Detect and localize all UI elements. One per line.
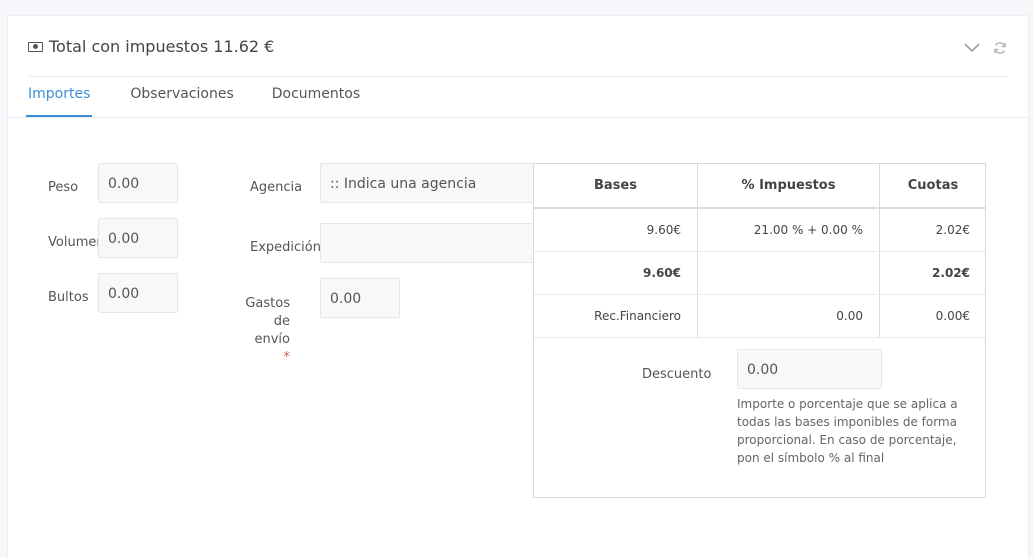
volumen-field[interactable]: 0.00 <box>98 218 178 258</box>
tax-table: Bases % Impuestos Cuotas 9.60€ 21.00 % +… <box>533 163 986 498</box>
base-cell: 9.60€ <box>646 223 681 237</box>
total-base: 9.60€ <box>643 266 681 280</box>
panel: Total con impuestos 11.62 € Importes Obs… <box>7 15 1029 557</box>
header-tools <box>964 40 1008 56</box>
gastos-label-line1: Gastos <box>245 296 290 311</box>
financiero-cuota: 0.00€ <box>935 309 970 323</box>
descuento-label: Descuento <box>642 367 712 382</box>
descuento-field[interactable]: 0.00 <box>737 349 882 389</box>
totals-row: 9.60€ 2.02€ <box>534 252 985 295</box>
bultos-field[interactable]: 0.00 <box>98 273 178 313</box>
peso-label: Peso <box>48 180 79 195</box>
expedicion-label: Expedición <box>250 240 321 255</box>
gastos-envio-field[interactable]: 0.00 <box>320 278 400 318</box>
total-title: Total con impuestos 11.62 € <box>49 37 275 56</box>
tab-importes[interactable]: Importes <box>26 76 93 117</box>
total-cuota: 2.02€ <box>932 266 970 280</box>
table-row: 9.60€ 21.00 % + 0.00 % 2.02€ <box>534 209 985 252</box>
financiero-row: Rec.Financiero 0.00 0.00€ <box>534 295 985 338</box>
tabbar-divider <box>8 117 1028 118</box>
page-title: Total con impuestos 11.62 € <box>28 37 274 56</box>
cuota-cell: 2.02€ <box>935 223 970 237</box>
agencia-label: Agencia <box>250 180 303 195</box>
gastos-label: Gastos de envío * <box>244 295 290 367</box>
peso-field[interactable]: 0.00 <box>98 163 178 203</box>
expedicion-field[interactable] <box>320 223 560 263</box>
chevron-down-icon[interactable] <box>964 40 980 56</box>
agencia-select[interactable]: :: Indica una agencia <box>320 163 560 203</box>
descuento-help: Importe o porcentaje que se aplica a tod… <box>737 397 958 465</box>
required-mark: * <box>283 350 291 365</box>
gastos-label-line2: de <box>273 314 290 329</box>
money-icon <box>28 41 43 52</box>
financiero-value: 0.00 <box>836 309 863 323</box>
refresh-icon[interactable] <box>992 40 1008 56</box>
tab-documentos[interactable]: Documentos <box>272 76 360 117</box>
header-bases: Bases <box>594 178 637 193</box>
panel-header: Total con impuestos 11.62 € <box>28 36 1008 77</box>
table-header: Bases % Impuestos Cuotas <box>534 164 985 209</box>
tab-observaciones[interactable]: Observaciones <box>130 76 233 117</box>
tab-bar: Importes Observaciones Documentos <box>26 76 398 117</box>
pct-cell: 21.00 % + 0.00 % <box>753 223 863 237</box>
bultos-label: Bultos <box>48 290 89 305</box>
header-cuotas: Cuotas <box>907 178 959 193</box>
volumen-label: Volumen <box>48 235 105 250</box>
financiero-label: Rec.Financiero <box>594 309 681 323</box>
header-impuestos: % Impuestos <box>741 178 836 193</box>
gastos-label-line3: envío <box>254 332 291 347</box>
